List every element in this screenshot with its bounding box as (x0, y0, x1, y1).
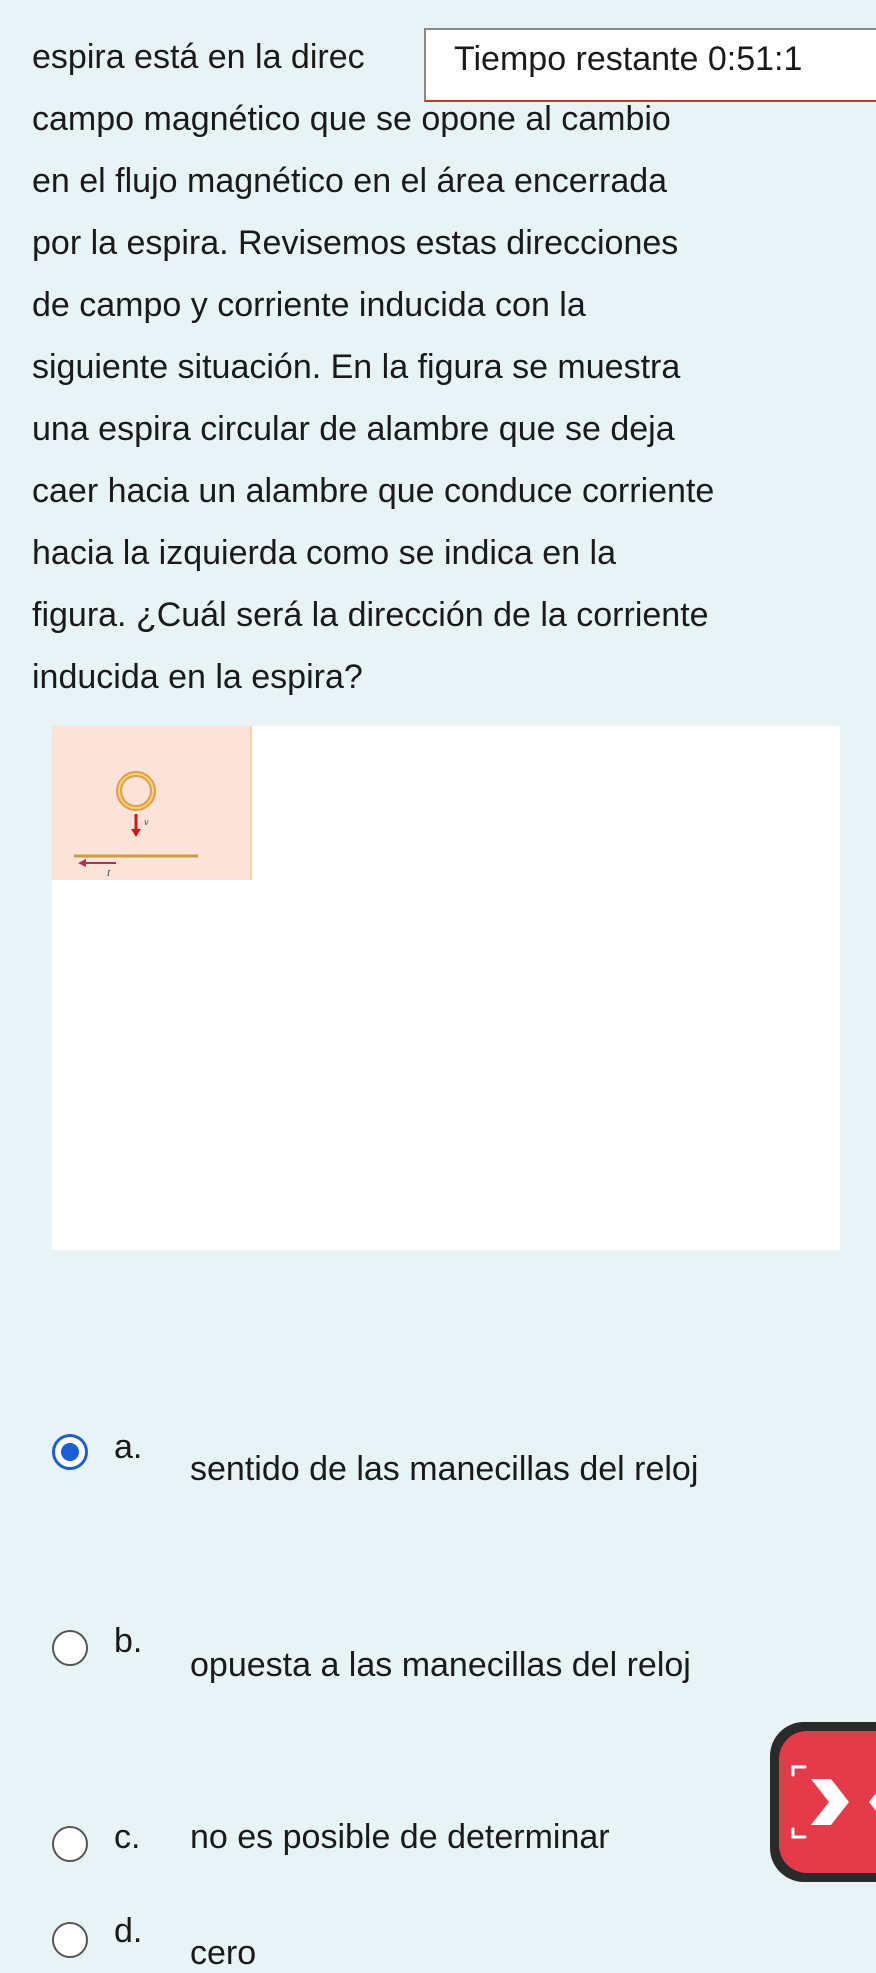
question-line: figura. ¿Cuál será la dirección de la co… (32, 596, 709, 634)
option-c[interactable]: c. no es posible de determinar (52, 1818, 842, 1868)
floating-close-button[interactable] (770, 1722, 876, 1882)
question-line: en el flujo magnético en el área encerra… (32, 162, 668, 200)
wire-loop-highlight (118, 773, 154, 809)
floating-button-face[interactable] (779, 1731, 876, 1873)
radio-option-c[interactable] (52, 1826, 88, 1862)
time-remaining-timer: Tiempo restante 0:51:1 (424, 28, 876, 102)
option-letter: d. (114, 1912, 143, 1950)
current-arrowhead (78, 859, 86, 867)
option-text: cero (190, 1934, 257, 1972)
option-letter: a. (114, 1428, 143, 1466)
option-text: opuesta a las manecillas del reloj (190, 1646, 691, 1684)
option-letter: b. (114, 1622, 143, 1660)
question-text: espira está en la direc campo magnético … (32, 26, 852, 708)
option-a[interactable]: a. sentido de las manecillas del reloj (52, 1428, 842, 1488)
loop-wire-diagram: v I (74, 771, 198, 878)
radio-option-a[interactable] (52, 1434, 88, 1470)
radio-option-b[interactable] (52, 1630, 88, 1666)
question-line: por la espira. Revisemos estas direccion… (32, 224, 679, 262)
figure-image[interactable]: v I (52, 726, 252, 880)
current-label: I (106, 869, 111, 878)
question-line: inducida en la espira? (32, 658, 363, 696)
question-line: hacia la izquierda como se indica en la (32, 534, 617, 572)
question-line: de campo y corriente inducida con la (32, 286, 586, 324)
velocity-arrowhead (131, 829, 141, 837)
question-line: siguiente situación. En la figura se mue… (32, 348, 681, 386)
option-letter: c. (114, 1818, 141, 1856)
velocity-label: v (144, 818, 149, 827)
question-line: caer hacia un alambre que conduce corrie… (32, 472, 715, 510)
option-d[interactable]: d. cero (52, 1912, 842, 1972)
timer-label: Tiempo restante 0:51:1 (454, 40, 803, 78)
question-figure: v I (52, 726, 840, 1250)
close-icon (791, 1765, 876, 1839)
option-text: sentido de las manecillas del reloj (190, 1450, 699, 1488)
question-line: una espira circular de alambre que se de… (32, 410, 675, 448)
option-b[interactable]: b. opuesta a las manecillas del reloj (52, 1622, 842, 1684)
option-text: no es posible de determinar (190, 1818, 610, 1856)
radio-option-d[interactable] (52, 1922, 88, 1958)
